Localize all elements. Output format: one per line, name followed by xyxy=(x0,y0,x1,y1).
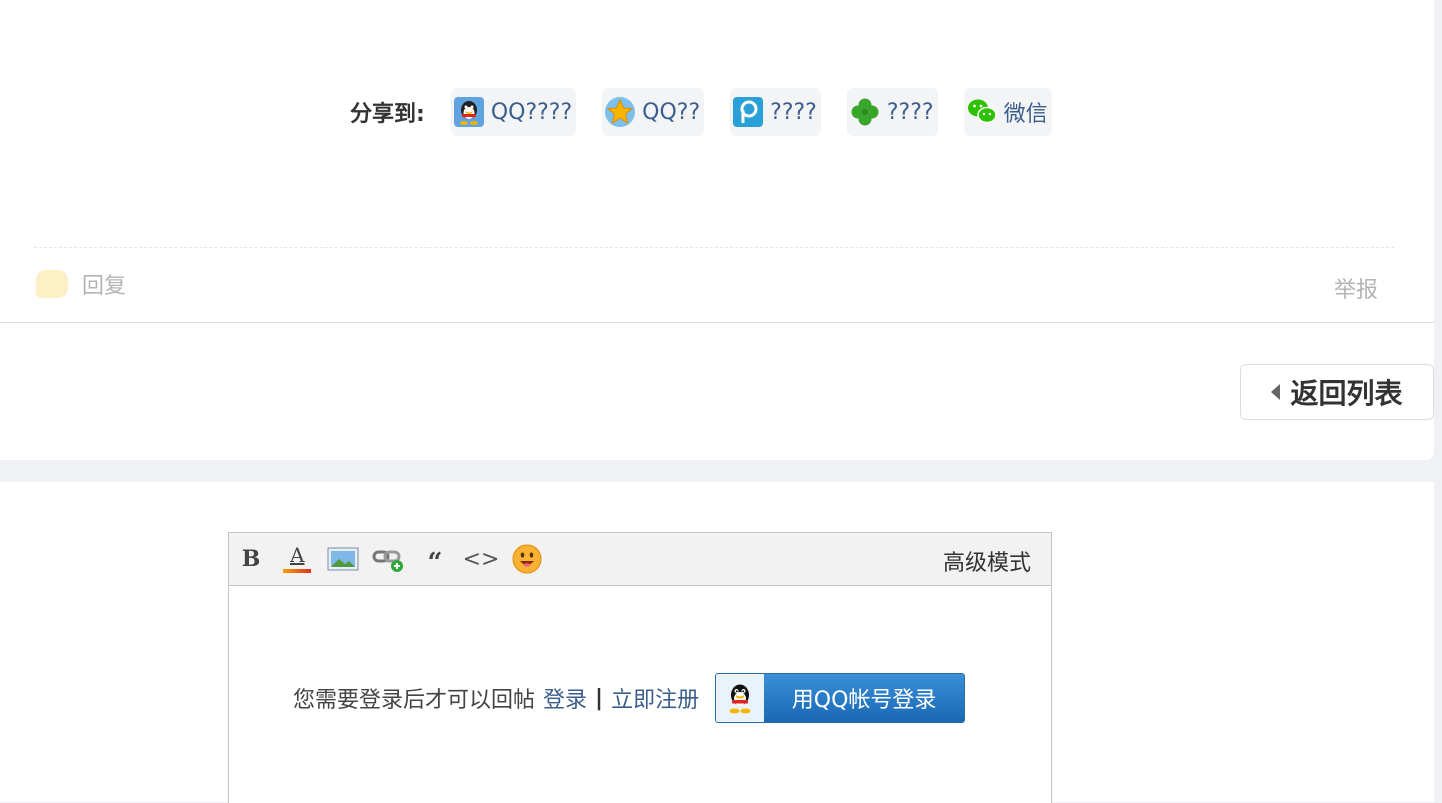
caret-left-icon xyxy=(1271,384,1281,400)
divider xyxy=(34,247,1394,248)
qzone-star-icon xyxy=(604,96,636,128)
qq-penguin-icon xyxy=(716,674,765,722)
emoji-button[interactable] xyxy=(507,539,547,579)
tencent-weibo-icon xyxy=(732,96,764,128)
share-item-label: QQ?? xyxy=(642,99,701,125)
link-add-icon xyxy=(372,550,403,572)
advanced-mode-link[interactable]: 高级模式 xyxy=(943,545,1031,577)
back-to-list-label: 返回列表 xyxy=(1290,377,1403,410)
link-separator: | xyxy=(595,685,604,711)
login-prompt-row: 您需要登录后才可以回帖 登录 | 立即注册 用QQ帐号登录 xyxy=(293,673,966,723)
comment-bubble-icon xyxy=(36,270,68,298)
qq-login-button[interactable]: 用QQ帐号登录 xyxy=(715,673,966,723)
divider xyxy=(0,322,1434,323)
post-panel xyxy=(0,0,1434,460)
share-item-label: ???? xyxy=(886,99,934,125)
share-tencent-weibo-button[interactable]: ???? xyxy=(730,88,821,136)
insert-image-button[interactable] xyxy=(323,539,363,579)
bold-button[interactable]: B xyxy=(231,539,271,579)
quote-button[interactable]: “ xyxy=(415,539,455,579)
qq-penguin-icon xyxy=(453,96,485,128)
clover-icon xyxy=(849,96,881,128)
editor-toolbar: B A “ <> 高级模式 xyxy=(229,533,1051,586)
reply-button[interactable]: 回复 xyxy=(36,268,126,300)
code-icon: <> xyxy=(462,546,500,572)
qq-login-label: 用QQ帐号登录 xyxy=(764,674,965,722)
share-qzone-button[interactable]: QQ?? xyxy=(602,88,705,136)
quote-icon: “ xyxy=(427,548,443,578)
reply-label: 回复 xyxy=(82,274,127,299)
code-button[interactable]: <> xyxy=(461,539,501,579)
report-link[interactable]: 举报 xyxy=(1334,272,1378,304)
share-qq-friend-button[interactable]: QQ???? xyxy=(450,88,577,136)
share-label: 分享到: xyxy=(350,102,425,127)
insert-link-button[interactable] xyxy=(369,539,409,579)
smiley-icon xyxy=(512,544,542,574)
share-item-label: 微信 xyxy=(1003,102,1048,127)
font-color-icon: A xyxy=(281,543,313,575)
bold-icon: B xyxy=(241,546,261,572)
font-color-button[interactable]: A xyxy=(277,539,317,579)
login-link[interactable]: 登录 xyxy=(543,682,587,714)
back-to-list-button[interactable]: 返回列表 xyxy=(1240,364,1434,420)
login-prompt-text: 您需要登录后才可以回帖 xyxy=(293,688,536,713)
scrollbar-track[interactable] xyxy=(1434,0,1442,802)
reply-editor: B A “ <> 高级模式 您需要登录后才可以回帖 登录 | 立即注册 用QQ帐… xyxy=(228,532,1052,803)
register-link[interactable]: 立即注册 xyxy=(611,682,699,714)
wechat-icon xyxy=(966,96,998,128)
share-bar: 分享到: QQ???? QQ?? ???? ???? 微信 xyxy=(350,88,1052,136)
share-wechat-button[interactable]: 微信 xyxy=(963,88,1052,136)
share-item-label: QQ???? xyxy=(490,99,573,125)
share-item-label: ???? xyxy=(770,99,817,125)
image-icon xyxy=(327,547,359,571)
share-pengyou-button[interactable]: ???? xyxy=(846,88,938,136)
